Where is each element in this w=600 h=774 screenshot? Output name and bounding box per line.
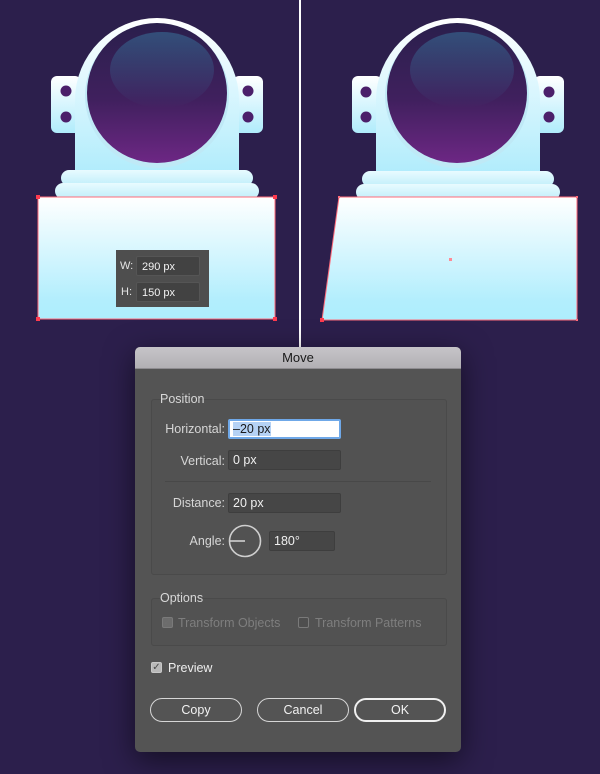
height-label: H:	[121, 286, 132, 298]
distance-label: Distance:	[172, 496, 225, 510]
height-value: 150 px	[136, 282, 200, 302]
visor-shine	[110, 32, 214, 108]
angle-input[interactable]: 180°	[269, 531, 335, 551]
horizontal-label: Horizontal:	[165, 422, 225, 436]
ear-bolt	[60, 85, 72, 97]
ok-button[interactable]: OK	[354, 698, 446, 722]
right-artboard	[301, 0, 600, 330]
anchor-point	[36, 317, 40, 321]
horizontal-input[interactable]: –20 px	[228, 419, 341, 439]
vertical-label: Vertical:	[180, 454, 225, 468]
position-separator	[165, 481, 431, 482]
ear-bolt	[242, 111, 254, 123]
cancel-button[interactable]: Cancel	[257, 698, 349, 722]
anchor-point	[576, 196, 578, 198]
height-row: H: 150 px	[116, 282, 209, 304]
copy-button[interactable]: Copy	[150, 698, 242, 722]
width-value: 290 px	[136, 256, 200, 276]
preview-label: Preview	[168, 661, 213, 675]
position-group-title: Position	[160, 392, 205, 406]
ear-bolt	[242, 85, 254, 97]
ear-bolt	[360, 111, 372, 123]
angle-label: Angle:	[189, 534, 225, 548]
anchor-point	[320, 318, 324, 322]
anchor-point	[273, 195, 277, 199]
distance-input[interactable]: 20 px	[228, 493, 341, 513]
ear-bolt	[543, 86, 555, 98]
anchor-point	[338, 196, 340, 198]
ear-bolt	[60, 111, 72, 123]
visor-shine	[410, 32, 514, 108]
width-row: W: 290 px	[116, 256, 209, 278]
transform-patterns-checkbox[interactable]	[298, 617, 309, 628]
horizontal-value: –20 px	[233, 422, 271, 436]
preview-checkbox[interactable]: ✓	[151, 662, 162, 673]
transform-objects-label: Transform Objects	[178, 616, 281, 630]
transform-objects-checkbox[interactable]: ✓	[162, 617, 173, 628]
options-group-title: Options	[160, 591, 204, 605]
transform-patterns-label: Transform Patterns	[315, 616, 422, 630]
center-point	[449, 258, 452, 261]
dimension-tooltip: W: 290 px H: 150 px	[116, 250, 209, 307]
vertical-input[interactable]: 0 px	[228, 450, 341, 470]
left-artboard: W: 290 px H: 150 px	[0, 0, 300, 330]
anchor-point	[273, 317, 277, 321]
angle-dial-icon[interactable]	[228, 524, 262, 558]
astronaut-helmet-right	[320, 18, 578, 322]
anchor-point	[576, 319, 578, 321]
ear-bolt	[360, 86, 372, 98]
ear-bolt	[543, 111, 555, 123]
anchor-point	[36, 195, 40, 199]
dialog-title[interactable]: Move	[135, 347, 461, 369]
width-label: W:	[120, 260, 134, 272]
move-dialog: Move Position Horizontal: –20 px Vertica…	[135, 347, 461, 752]
